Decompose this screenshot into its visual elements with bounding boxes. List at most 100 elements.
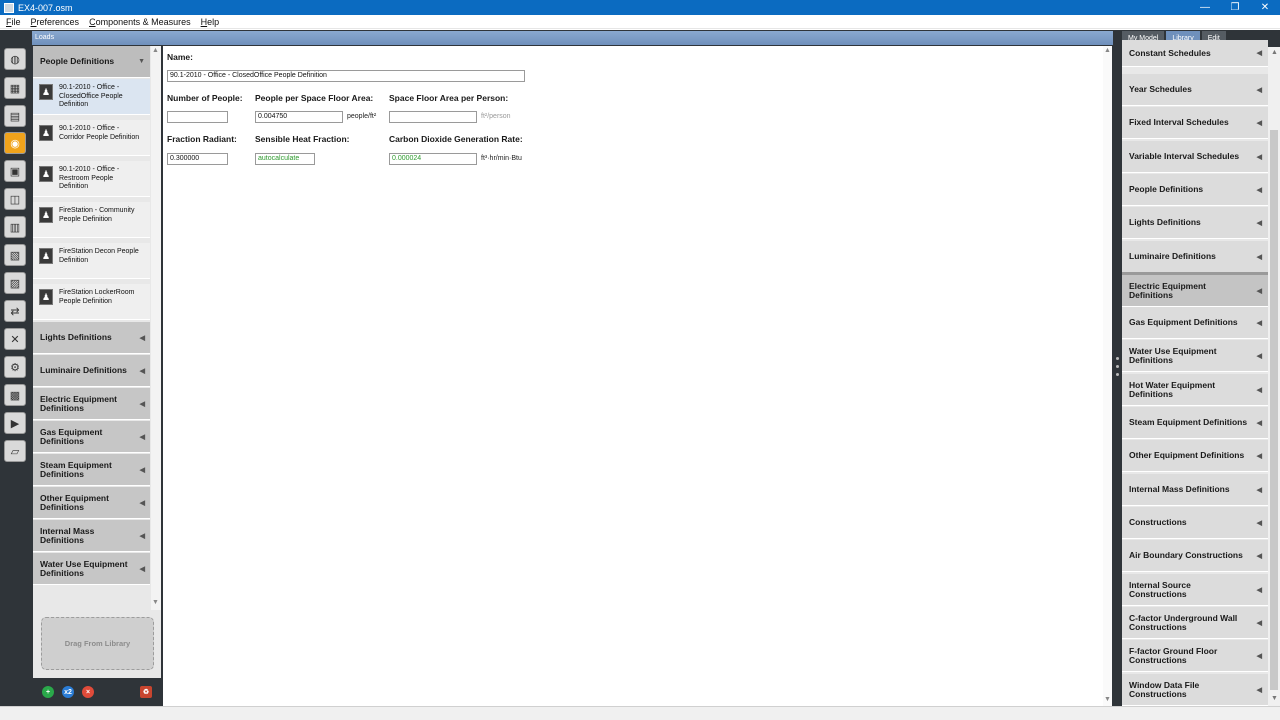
scroll-up-icon[interactable]: ▲ — [1271, 49, 1278, 56]
library-item[interactable]: Lights Definitions ◀ — [1122, 207, 1268, 239]
library-item-label: Year Schedules — [1129, 84, 1192, 94]
people-per-area-field[interactable]: 0.004750 — [255, 111, 343, 123]
fraction-radiant-field[interactable]: 0.300000 — [167, 153, 228, 165]
category-electric-equipment-definitions[interactable]: Electric Equipment Definitions ◀ — [33, 388, 150, 420]
library-item[interactable]: C-factor Underground Wall Constructions ◀ — [1122, 607, 1268, 639]
library-item-label: Window Data File Constructions — [1129, 679, 1200, 699]
constructions-tab-icon[interactable]: ▤ — [4, 105, 26, 127]
menu-help[interactable]: Help — [201, 17, 220, 27]
library-item[interactable]: Steam Equipment Definitions ◀ — [1122, 407, 1268, 439]
category-label: Lights Definitions — [40, 332, 112, 342]
category-people-definitions[interactable]: People Definitions ▼ — [33, 46, 150, 78]
category-water-use-equipment-definitions[interactable]: Water Use Equipment Definitions ◀ — [33, 553, 150, 585]
library-item-label: Constant Schedules — [1129, 47, 1211, 58]
library-item[interactable]: People Definitions ◀ — [1122, 174, 1268, 206]
library-item[interactable]: Window Data File Constructions ◀ — [1122, 674, 1268, 706]
simulation-settings-tab-icon[interactable]: ⚙ — [4, 356, 26, 378]
scroll-down-icon[interactable]: ▼ — [1271, 695, 1278, 702]
library-item[interactable]: Other Equipment Definitions ◀ — [1122, 440, 1268, 472]
collapsed-arrow-icon: ◀ — [1256, 386, 1262, 394]
library-item[interactable]: Constant Schedules ◀ — [1122, 40, 1268, 67]
library-item[interactable]: F-factor Ground Floor Constructions ◀ — [1122, 640, 1268, 672]
splitter-dot — [1116, 357, 1119, 360]
co2-generation-rate-field[interactable]: 0.000024 — [389, 153, 477, 165]
results-summary-tab-icon[interactable]: ▱ — [4, 440, 26, 462]
output-variables-tab-icon[interactable]: ✕ — [4, 328, 26, 350]
library-item[interactable]: Variable Interval Schedules ◀ — [1122, 141, 1268, 173]
menu-file[interactable]: File — [6, 17, 21, 27]
library-item-label: People Definitions — [1129, 184, 1204, 194]
library-item[interactable]: Constructions ◀ — [1122, 507, 1268, 539]
scroll-up-icon[interactable]: ▲ — [152, 47, 159, 54]
collapsed-arrow-icon: ◀ — [1256, 186, 1262, 194]
remove-icon[interactable]: × — [82, 686, 94, 698]
area-per-person-field[interactable] — [389, 111, 477, 123]
library-item[interactable]: Year Schedules ◀ — [1122, 74, 1268, 106]
library-item-highlighted[interactable]: Electric Equipment Definitions ◀ — [1122, 272, 1268, 307]
list-item[interactable]: ♟ FireStation - Community People Definit… — [33, 202, 150, 238]
category-steam-equipment-definitions[interactable]: Steam Equipment Definitions ◀ — [33, 454, 150, 486]
library-item[interactable]: Luminaire Definitions ◀ — [1122, 241, 1268, 273]
name-field[interactable]: 90.1-2010 - Office - ClosedOffice People… — [167, 70, 525, 82]
form-scrollbar[interactable]: ▲ ▼ — [1103, 46, 1112, 706]
menu-components-measures[interactable]: Components & Measures — [89, 17, 191, 27]
library-item[interactable]: Fixed Interval Schedules ◀ — [1122, 107, 1268, 139]
thermal-zones-tab-icon[interactable]: ▨ — [4, 272, 26, 294]
library-item[interactable]: Internal Source Constructions ◀ — [1122, 574, 1268, 606]
category-label: Water Use Equipment Definitions — [40, 558, 128, 578]
run-simulation-tab-icon[interactable]: ▶ — [4, 412, 26, 434]
list-item[interactable]: ♟ 90.1-2010 - Office - Corridor People D… — [33, 120, 150, 156]
minimize-button[interactable]: — — [1190, 0, 1220, 15]
number-of-people-field[interactable] — [167, 111, 228, 123]
loads-tab-icon[interactable]: ◉ — [4, 132, 26, 154]
site-tab-icon[interactable]: ◍ — [4, 48, 26, 70]
schedules-tab-icon[interactable]: ▦ — [4, 77, 26, 99]
scroll-down-icon[interactable]: ▼ — [1104, 696, 1111, 703]
add-icon[interactable]: + — [42, 686, 54, 698]
library-item[interactable]: Gas Equipment Definitions ◀ — [1122, 307, 1268, 339]
list-item[interactable]: ♟ FireStation Decon People Definition — [33, 243, 150, 279]
geometry-tab-icon[interactable]: ◫ — [4, 188, 26, 210]
library-scrollbar-thumb[interactable] — [1270, 130, 1278, 690]
area-per-person-label: Space Floor Area per Person: — [389, 93, 509, 103]
person-icon: ♟ — [39, 84, 53, 100]
library-item-label: Water Use Equipment Definitions — [1129, 345, 1217, 365]
purge-icon[interactable]: ♻ — [140, 686, 152, 698]
sensible-heat-fraction-label: Sensible Heat Fraction: — [255, 134, 350, 144]
library-item-label: Air Boundary Constructions — [1129, 550, 1243, 560]
co2-generation-rate-label: Carbon Dioxide Generation Rate: — [389, 134, 523, 144]
list-item[interactable]: ♟ FireStation LockerRoom People Definiti… — [33, 284, 150, 320]
library-item[interactable]: Internal Mass Definitions ◀ — [1122, 474, 1268, 506]
category-gas-equipment-definitions[interactable]: Gas Equipment Definitions ◀ — [33, 421, 150, 453]
list-item-label: FireStation Decon People Definition — [59, 248, 139, 264]
space-types-tab-icon[interactable]: ▣ — [4, 160, 26, 182]
close-button[interactable]: ✕ — [1250, 0, 1280, 15]
scroll-up-icon[interactable]: ▲ — [1104, 47, 1111, 54]
left-list-scrollbar[interactable]: ▲ ▼ — [151, 46, 161, 610]
spaces-tab-icon[interactable]: ▧ — [4, 244, 26, 266]
list-item[interactable]: ♟ 90.1-2010 - Office - Restroom People D… — [33, 161, 150, 197]
category-luminaire-definitions[interactable]: Luminaire Definitions ◀ — [33, 355, 150, 387]
facility-tab-icon[interactable]: ▥ — [4, 216, 26, 238]
copy-icon[interactable]: x2 — [62, 686, 74, 698]
library-scrollbar[interactable]: ▲ ▼ — [1268, 47, 1280, 706]
menu-components-label: omponents & Measures — [95, 16, 191, 27]
measures-tab-icon[interactable]: ▩ — [4, 384, 26, 406]
scroll-down-icon[interactable]: ▼ — [152, 599, 159, 606]
maximize-button[interactable]: ❐ — [1220, 0, 1250, 15]
category-lights-definitions[interactable]: Lights Definitions ◀ — [33, 322, 150, 354]
hvac-systems-tab-icon[interactable]: ⇄ — [4, 300, 26, 322]
collapsed-arrow-icon: ◀ — [1256, 86, 1262, 94]
sensible-heat-fraction-field[interactable]: autocalculate — [255, 153, 315, 165]
category-other-equipment-definitions[interactable]: Other Equipment Definitions ◀ — [33, 487, 150, 519]
library-item[interactable]: Hot Water Equipment Definitions ◀ — [1122, 374, 1268, 406]
menu-preferences[interactable]: Preferences — [31, 17, 80, 27]
category-internal-mass-definitions[interactable]: Internal Mass Definitions ◀ — [33, 520, 150, 552]
drag-from-library-dropzone[interactable]: Drag From Library — [41, 617, 154, 670]
panel-splitter-handle[interactable] — [1113, 46, 1122, 706]
library-item[interactable]: Air Boundary Constructions ◀ — [1122, 540, 1268, 572]
library-item[interactable]: Water Use Equipment Definitions ◀ — [1122, 340, 1268, 372]
library-item-label: Internal Mass Definitions — [1129, 484, 1230, 494]
category-label: Electric Equipment Definitions — [40, 393, 117, 413]
list-item[interactable]: ♟ 90.1-2010 - Office - ClosedOffice Peop… — [33, 79, 150, 115]
